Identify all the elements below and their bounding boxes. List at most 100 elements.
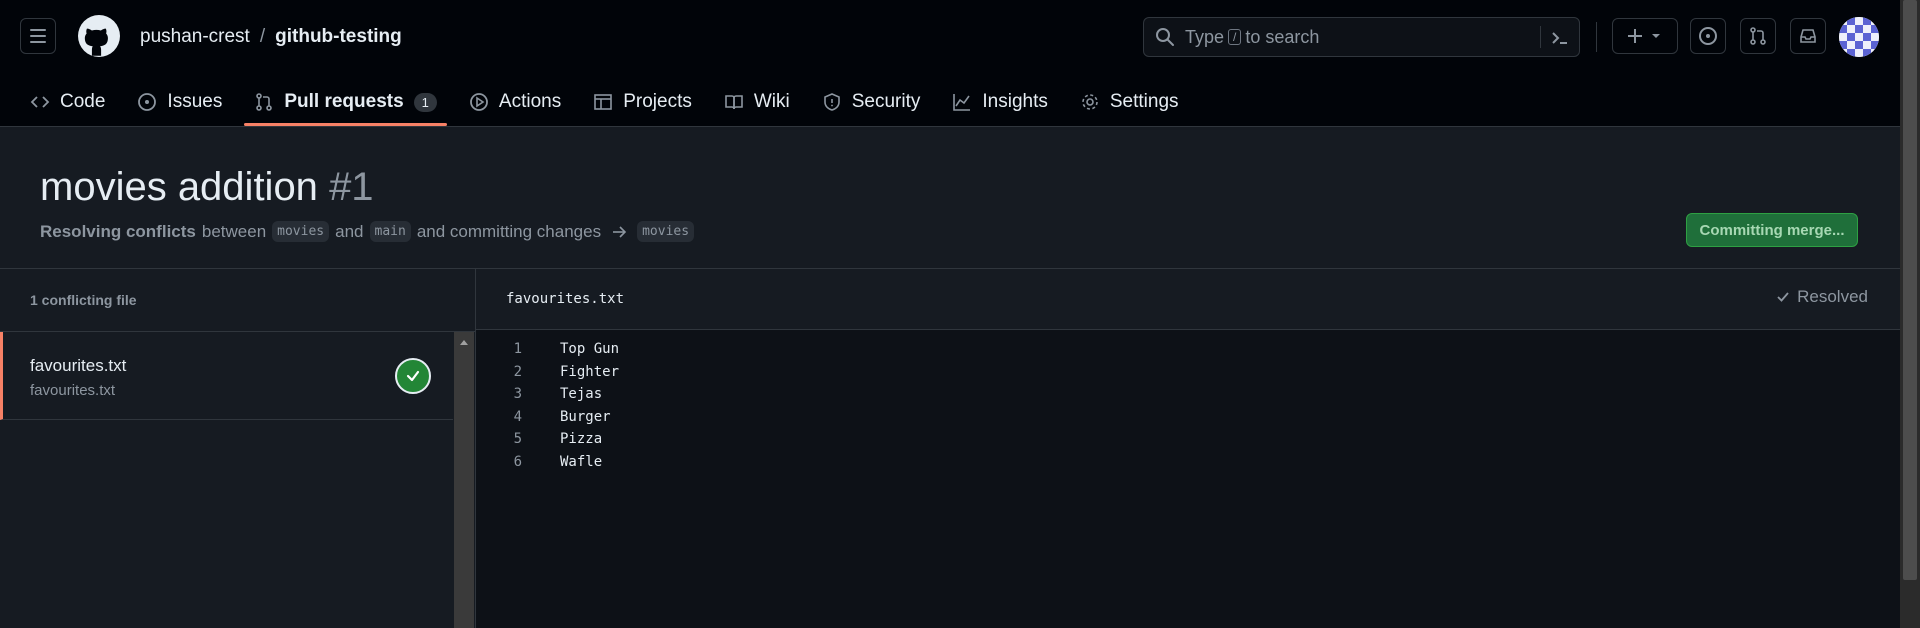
conflicting-files-header: 1 conflicting file <box>0 269 475 332</box>
avatar[interactable] <box>1839 17 1879 57</box>
github-logo-icon[interactable] <box>78 15 120 57</box>
table-icon <box>594 94 613 110</box>
search-icon <box>1156 28 1174 46</box>
tab-pull-requests[interactable]: Pull requests 1 <box>244 82 447 126</box>
committing-text: and committing changes <box>416 221 602 241</box>
list-item[interactable]: favourites.txt favourites.txt <box>0 332 453 420</box>
code-line: 1 Top Gun <box>476 338 1900 361</box>
tab-label: Code <box>60 91 106 112</box>
code-line: 3 Tejas <box>476 383 1900 406</box>
line-text[interactable]: Burger <box>560 409 611 425</box>
code-editor[interactable]: 1 Top Gun 2 Fighter 3 Tejas 4 Burger 5 P… <box>476 338 1900 473</box>
conflicting-files-panel: 1 conflicting file favourites.txt favour… <box>0 269 476 628</box>
page-title: movies addition #1 <box>40 165 374 210</box>
tab-label: Settings <box>1109 91 1179 112</box>
issues-button[interactable] <box>1690 18 1726 54</box>
tab-label: Pull requests <box>284 91 404 112</box>
target-branch-label: movies <box>637 221 695 242</box>
menu-icon-bar <box>30 41 46 43</box>
issue-opened-icon <box>138 93 157 111</box>
scrollbar-thumb[interactable] <box>1903 0 1917 580</box>
resolved-status: Resolved <box>1775 287 1868 307</box>
between-text: between <box>201 221 267 241</box>
pull-requests-count-badge: 1 <box>413 92 437 112</box>
editor-header: favourites.txt Resolved <box>476 269 1900 330</box>
search-placeholder-before: Type <box>1185 26 1225 47</box>
repo-nav: Code Issues Pull requests 1 Actions Proj… <box>20 82 1201 126</box>
breadcrumb-separator: / <box>259 26 266 47</box>
menu-icon-bar <box>30 35 46 37</box>
owner-link[interactable]: pushan-crest <box>140 26 250 48</box>
line-text[interactable]: Pizza <box>560 431 602 447</box>
tab-code[interactable]: Code <box>20 82 115 122</box>
tab-insights[interactable]: Insights <box>942 82 1057 122</box>
pr-number: #1 <box>329 165 374 209</box>
code-line: 4 Burger <box>476 406 1900 429</box>
tab-projects[interactable]: Projects <box>583 82 702 122</box>
search-shortcut-key: / <box>1228 29 1242 45</box>
inbox-button[interactable] <box>1790 18 1826 54</box>
line-text[interactable]: Top Gun <box>560 341 619 357</box>
header-divider <box>1596 22 1597 52</box>
menu-icon-bar <box>30 29 46 31</box>
menu-button[interactable] <box>20 18 56 54</box>
code-line: 2 Fighter <box>476 361 1900 384</box>
book-icon <box>725 95 743 110</box>
pull-requests-button[interactable] <box>1740 18 1776 54</box>
status-text: Resolving conflicts <box>40 221 196 241</box>
line-text[interactable]: Tejas <box>560 386 602 402</box>
arrow-right-icon <box>613 225 627 238</box>
create-new-button[interactable] <box>1612 18 1678 54</box>
pr-title: movies addition <box>40 165 318 209</box>
editor-file-name: favourites.txt <box>506 291 625 307</box>
file-path: favourites.txt <box>30 382 116 399</box>
gear-icon <box>1082 94 1098 110</box>
and-text: and <box>335 221 364 241</box>
tab-settings[interactable]: Settings <box>1070 82 1189 122</box>
tab-label: Actions <box>498 91 562 112</box>
line-number: 5 <box>513 431 522 448</box>
search-placeholder-after: to search <box>1245 26 1320 47</box>
line-number: 3 <box>513 386 522 403</box>
check-icon <box>1777 292 1789 302</box>
tab-label: Issues <box>167 91 223 112</box>
app-header: pushan-crest / github-testing Type / to … <box>0 0 1900 127</box>
tab-actions[interactable]: Actions <box>459 82 571 122</box>
code-line: 6 Wafle <box>476 451 1900 474</box>
conflict-summary: Resolving conflicts between movies and m… <box>40 221 695 242</box>
graph-icon <box>953 94 971 111</box>
git-pull-request-icon <box>1750 27 1766 45</box>
pr-header: movies addition #1 Resolving conflicts b… <box>0 127 1900 269</box>
command-palette-icon[interactable] <box>1549 27 1571 49</box>
line-number: 4 <box>513 408 522 425</box>
code-line: 5 Pizza <box>476 428 1900 451</box>
resolved-check-icon <box>395 358 431 394</box>
base-branch-label: main <box>369 221 411 242</box>
page-scrollbar[interactable] <box>1900 0 1920 628</box>
tab-issues[interactable]: Issues <box>127 82 232 122</box>
line-number: 2 <box>513 363 522 380</box>
head-branch-label: movies <box>272 221 330 242</box>
repo-link[interactable]: github-testing <box>275 26 402 48</box>
plus-icon <box>1628 29 1660 43</box>
code-icon <box>30 96 50 108</box>
tab-label: Insights <box>982 91 1048 112</box>
search-divider <box>1540 26 1541 48</box>
shield-icon <box>823 93 840 111</box>
file-list-scrollbar[interactable] <box>454 332 474 628</box>
search-input[interactable]: Type / to search <box>1143 17 1580 57</box>
line-text[interactable]: Fighter <box>560 364 619 380</box>
search-placeholder: Type / to search <box>1185 27 1319 48</box>
commit-merge-button[interactable]: Committing merge... <box>1686 213 1858 247</box>
git-pull-request-icon <box>256 93 273 111</box>
line-text[interactable]: Wafle <box>560 454 602 470</box>
tab-wiki[interactable]: Wiki <box>714 82 800 122</box>
scroll-up-icon[interactable] <box>460 340 468 345</box>
tab-security[interactable]: Security <box>812 82 931 122</box>
line-number: 1 <box>513 341 522 358</box>
file-name: favourites.txt <box>30 356 127 375</box>
issue-opened-icon <box>1699 27 1717 45</box>
tab-label: Projects <box>623 91 692 112</box>
breadcrumb: pushan-crest / github-testing <box>140 26 402 48</box>
avatar-identicon-icon <box>1839 17 1879 57</box>
